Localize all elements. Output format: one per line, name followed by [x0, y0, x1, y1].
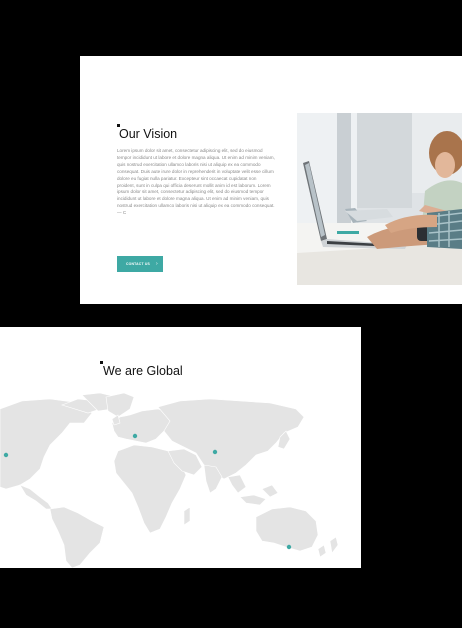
global-title: We are Global: [103, 364, 183, 378]
map-marker-australia: [286, 544, 292, 550]
vision-title: Our Vision: [119, 127, 178, 141]
our-vision-section: Our Vision Lorem ipsum dolor sit amet, c…: [80, 56, 462, 304]
vision-description: Lorem ipsum dolor sit amet, consectetur …: [117, 148, 275, 216]
chevron-right-icon: ›: [155, 260, 158, 267]
contact-us-label: CONTACT US: [126, 262, 150, 266]
map-marker-asia: [212, 449, 218, 455]
we-are-global-section: We are Global: [0, 327, 361, 568]
map-marker-north-america: [3, 452, 9, 458]
contact-us-button[interactable]: CONTACT US ›: [117, 256, 163, 272]
world-map: [0, 393, 339, 568]
map-marker-europe: [132, 433, 138, 439]
office-laptop-photo: [297, 113, 462, 285]
